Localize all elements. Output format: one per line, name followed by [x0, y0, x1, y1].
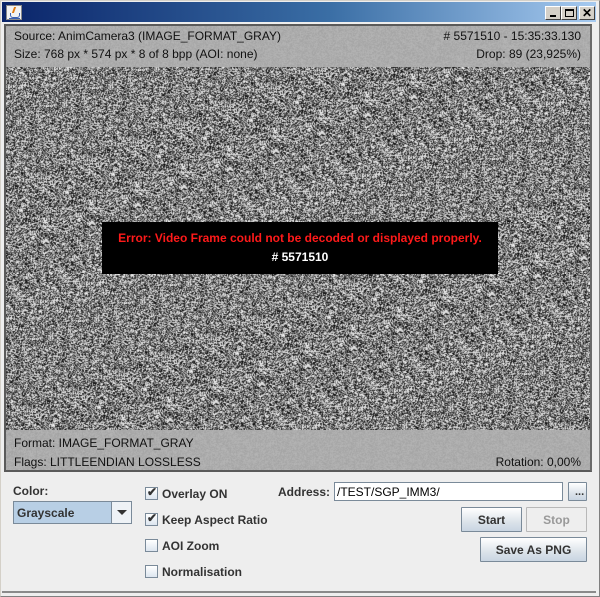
video-display[interactable]: Source: AnimCamera3 (IMAGE_FORMAT_GRAY) …: [4, 24, 592, 472]
save-as-png-button[interactable]: Save As PNG: [480, 537, 587, 562]
checkbox-box[interactable]: [145, 565, 158, 578]
maximize-icon: [565, 9, 574, 17]
size-info: Size: 768 px * 574 px * 8 of 8 bpp (AOI:…: [14, 47, 258, 61]
color-select-value: Grayscale: [17, 506, 75, 520]
drop-info: Drop: 89 (23,925%): [476, 47, 581, 61]
start-button[interactable]: Start: [461, 507, 522, 532]
error-frame-number: # 5571510: [271, 250, 329, 264]
color-select[interactable]: Grayscale: [13, 501, 132, 524]
minimize-button[interactable]: [545, 6, 561, 20]
checkbox-label: Normalisation: [162, 565, 243, 579]
rotation-info: Rotation: 0,00%: [495, 455, 581, 469]
error-message: Error: Video Frame could not be decoded …: [118, 231, 482, 245]
checkbox-label: Overlay ON: [162, 487, 228, 501]
browse-button[interactable]: ...: [568, 482, 587, 501]
frame-timestamp: # 5571510 - 15:35:33.130: [443, 29, 581, 43]
address-label: Address:: [278, 485, 331, 499]
format-info: Format: IMAGE_FORMAT_GRAY: [14, 436, 194, 450]
flags-info: Flags: LITTLEENDIAN LOSSLESS: [14, 455, 201, 469]
title-bar[interactable]: ✕: [2, 2, 596, 22]
error-banner: Error: Video Frame could not be decoded …: [102, 222, 498, 274]
check-icon: ✔: [147, 511, 158, 525]
address-input[interactable]: [334, 482, 563, 501]
stop-button[interactable]: Stop: [526, 507, 587, 532]
checkbox-label: Keep Aspect Ratio: [162, 513, 268, 527]
maximize-button[interactable]: [561, 6, 577, 20]
source-info: Source: AnimCamera3 (IMAGE_FORMAT_GRAY): [14, 29, 281, 43]
chevron-down-icon: [117, 510, 127, 515]
minimize-icon: [550, 15, 556, 17]
check-icon: ✔: [147, 485, 158, 499]
color-label: Color:: [13, 484, 49, 498]
controls-panel: Color: Grayscale ✔ Overlay ON ✔ Keep Asp…: [4, 474, 592, 590]
checkbox-box[interactable]: ✔: [145, 511, 158, 526]
dropdown-button[interactable]: [111, 502, 131, 523]
checkbox-box[interactable]: [145, 539, 158, 552]
java-cup-icon[interactable]: [6, 5, 22, 20]
window-bottom-edge: [2, 591, 596, 593]
close-icon: ✕: [581, 6, 593, 20]
checkbox-label: AOI Zoom: [162, 539, 220, 553]
close-button[interactable]: ✕: [579, 6, 595, 20]
checkbox-box[interactable]: ✔: [145, 485, 158, 500]
